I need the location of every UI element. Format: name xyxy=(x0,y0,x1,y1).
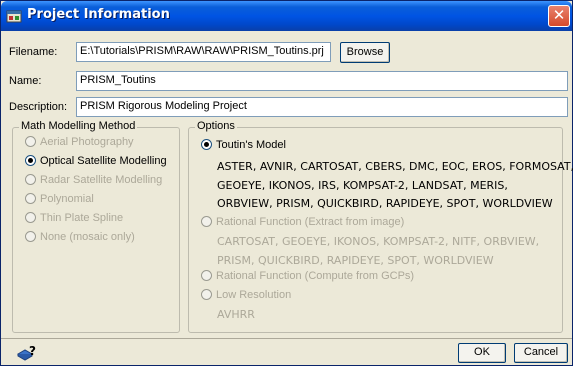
browse-button[interactable]: Browse xyxy=(340,42,390,63)
radio-optical-satellite-modelling[interactable]: Optical Satellite Modelling xyxy=(25,155,167,167)
close-button[interactable]: ✕ xyxy=(548,5,570,27)
sensor-line: GEOEYE, IKONOS, IRS, KOMPSAT-2, LANDSAT,… xyxy=(217,178,508,192)
window-title: Project Information xyxy=(27,7,170,22)
sensor-line: PRISM, QUICKBIRD, RAPIDEYE, SPOT, WORLDV… xyxy=(217,253,494,267)
radio-button[interactable] xyxy=(25,231,36,242)
cancel-button[interactable]: Cancel xyxy=(514,343,568,363)
radio-button-selected[interactable] xyxy=(25,155,36,166)
toutin-sensor-list: ASTER, AVNIR, CARTOSAT, CBERS, DMC, EOC,… xyxy=(217,158,573,214)
radio-button[interactable] xyxy=(25,174,36,185)
title-bar[interactable]: Project Information ✕ xyxy=(1,1,572,31)
radio-rational-function-extract[interactable]: Rational Function (Extract from image) xyxy=(201,216,404,228)
radio-button[interactable] xyxy=(201,270,212,281)
project-icon xyxy=(6,10,22,23)
radio-button-selected[interactable] xyxy=(201,139,212,150)
radio-label: Rational Function (Extract from image) xyxy=(216,216,405,228)
footer-divider xyxy=(1,338,572,339)
project-information-dialog: Project Information ✕ Filename: E:\Tutor… xyxy=(0,0,573,366)
radio-label: Low Resolution xyxy=(216,289,292,301)
radio-button[interactable] xyxy=(201,289,212,300)
rational-sensor-list: CARTOSAT, GEOEYE, IKONOS, KOMPSAT-2, NIT… xyxy=(217,233,539,270)
radio-label: Rational Function (Compute from GCPs) xyxy=(216,270,415,282)
radio-radar-satellite-modelling[interactable]: Radar Satellite Modelling xyxy=(25,174,162,186)
options-title: Options xyxy=(195,120,237,132)
radio-rational-function-gcps[interactable]: Rational Function (Compute from GCPs) xyxy=(201,270,414,282)
sensor-line: ORBVIEW, PRISM, QUICKBIRD, RAPIDEYE, SPO… xyxy=(217,197,553,210)
svg-text:?: ? xyxy=(29,344,36,358)
radio-button[interactable] xyxy=(201,216,212,227)
filename-field[interactable]: E:\Tutorials\PRISM\RAW\RAW\PRISM_Toutins… xyxy=(76,42,331,62)
help-icon[interactable]: ? xyxy=(16,343,38,363)
name-label: Name: xyxy=(9,75,42,87)
filename-label: Filename: xyxy=(9,46,58,58)
radio-thin-plate-spline[interactable]: Thin Plate Spline xyxy=(25,212,123,224)
name-field[interactable]: PRISM_Toutins xyxy=(76,71,568,91)
math-modelling-method-group: Math Modelling Method Aerial Photography… xyxy=(12,120,180,333)
low-resolution-sensor-list: AVHRR xyxy=(217,306,255,325)
radio-button[interactable] xyxy=(25,212,36,223)
description-field[interactable]: PRISM Rigorous Modeling Project xyxy=(76,97,568,117)
radio-button[interactable] xyxy=(25,136,36,147)
radio-aerial-photography[interactable]: Aerial Photography xyxy=(25,136,134,148)
radio-button[interactable] xyxy=(25,193,36,204)
radio-toutins-model[interactable]: Toutin's Model xyxy=(201,139,286,151)
ok-button[interactable]: OK xyxy=(458,343,506,363)
radio-label: Toutin's Model xyxy=(216,139,286,151)
sensor-line: AVHRR xyxy=(217,308,255,321)
radio-low-resolution[interactable]: Low Resolution xyxy=(201,289,291,301)
radio-none-mosaic-only[interactable]: None (mosaic only) xyxy=(25,231,135,243)
radio-label: Aerial Photography xyxy=(40,136,134,148)
radio-label: None (mosaic only) xyxy=(40,231,135,243)
math-modelling-method-title: Math Modelling Method xyxy=(19,120,138,132)
radio-label: Radar Satellite Modelling xyxy=(40,174,163,186)
sensor-line: ASTER, AVNIR, CARTOSAT, CBERS, DMC, EOC,… xyxy=(217,160,573,173)
radio-label: Thin Plate Spline xyxy=(40,212,124,224)
radio-label: Optical Satellite Modelling xyxy=(40,155,167,167)
options-group: Options Toutin's Model ASTER, AVNIR, CAR… xyxy=(188,120,573,333)
description-label: Description: xyxy=(9,101,68,113)
radio-label: Polynomial xyxy=(40,193,94,205)
radio-polynomial[interactable]: Polynomial xyxy=(25,193,94,205)
sensor-line: CARTOSAT, GEOEYE, IKONOS, KOMPSAT-2, NIT… xyxy=(217,235,540,248)
